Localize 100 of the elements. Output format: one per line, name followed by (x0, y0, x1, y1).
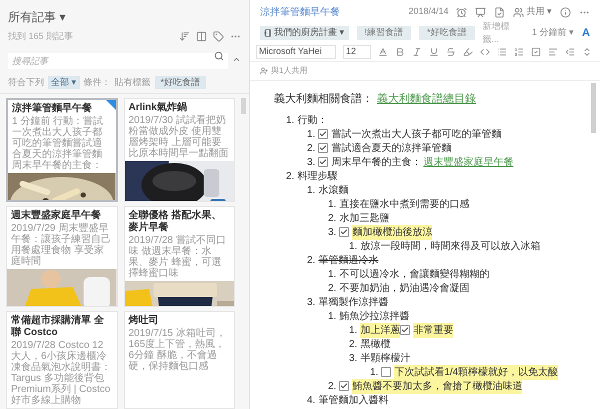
note-card[interactable]: 週末豐盛家庭早午餐 2019/7/29 周末豐盛早午餐：讓孩子練習自己用餐處理食物 享受家庭時間 (6, 206, 118, 307)
alarm-clock-icon[interactable] (456, 6, 468, 18)
sort-icon[interactable] (179, 31, 190, 42)
list-item-text: 嘗試適合夏天的涼拌筆管麵 (331, 142, 452, 156)
list-item-text: 鮪魚醬不要加太多，會搶了橄欖油味道 (352, 378, 522, 394)
outdent-icon[interactable] (565, 46, 575, 56)
presentation-icon[interactable] (475, 6, 486, 18)
list-number: 2. (307, 254, 316, 268)
highlighter-icon[interactable] (463, 46, 473, 56)
people-icon[interactable] (513, 6, 524, 18)
checkbox[interactable] (318, 157, 328, 167)
list-item-text: 行動： (297, 114, 328, 128)
list-number: 1. (307, 184, 316, 198)
font-size-dropdown[interactable]: 12 (343, 44, 371, 58)
align-icon[interactable] (548, 46, 558, 56)
search-icon[interactable] (214, 50, 224, 60)
add-tag-field[interactable]: 新增標籤... (482, 20, 524, 46)
info-icon[interactable] (560, 6, 571, 18)
italic-icon[interactable] (412, 46, 422, 56)
list-item-text: 下次試試看1/4顆檸檬就好，以免太酸 (394, 364, 558, 380)
checkbox[interactable] (318, 143, 328, 153)
list-item-text: 鮪魚沙拉涼拌醬 (339, 310, 410, 324)
notebook-button[interactable]: 我們的廚房計畫 ▾ (260, 26, 349, 40)
note-title: 週末豐盛家庭早午餐 (11, 210, 102, 222)
list-item-text: 筆管麵加入醬料 (318, 394, 388, 408)
text-color-icon[interactable] (378, 46, 388, 56)
search-field[interactable]: 搜尋記事 (8, 52, 228, 68)
note-snippet: 2019/7/29 周末豐盛早午餐：讓孩子練習自己用餐處理食物 享受家庭時間 (11, 222, 112, 266)
list-number: 1. (328, 198, 336, 212)
note-link[interactable]: 義大利麵食譜總目錄 (377, 90, 476, 108)
note-info-icon[interactable] (494, 6, 506, 18)
note-title: 涼拌筆管麵早午餐 (12, 103, 93, 115)
share-icon (260, 67, 268, 75)
list-item-text: 水滾麵 (318, 184, 348, 198)
checkbox[interactable] (318, 129, 328, 139)
bold-icon[interactable] (395, 46, 405, 56)
note-card[interactable]: 烤吐司 2019/7/15 冰箱吐司，165度上下管，熱風，6分鐘 酥脆，不會過硬，保持麵包口感 (124, 311, 235, 409)
share-button[interactable]: 共用 ▾ (526, 5, 552, 19)
list-item-text: 黑橄欖 (360, 338, 390, 352)
list-number: 1. (307, 128, 316, 142)
list-item-text: 筆管麵過冷水 (318, 254, 378, 268)
note-snippet: 2019/7/28 嘗試不同口味 做週末早餐：水果、麥片 蜂蜜，可選擇蜂蜜口味 (128, 234, 227, 278)
font-style-button[interactable]: A (582, 24, 590, 42)
note-link[interactable]: 週末豐盛家庭早午餐 (423, 154, 514, 170)
checkbox-icon[interactable] (531, 46, 541, 56)
note-title: 常備超市採購清單 全聯 Costco (11, 315, 105, 339)
checkbox[interactable] (400, 325, 410, 335)
list-number: 3. (307, 156, 316, 170)
note-snippet: 2019/7/30 試試看把奶粉當做成外皮 使用雙層烤架時 上層可能要比原本時間早一點翻面 (128, 115, 230, 159)
list-item-text: 嘗試一次煮出大人孩子都可吃的筆管麵 (331, 128, 502, 142)
numbered-list-icon[interactable] (514, 46, 524, 56)
note-snippet: 1 分鐘前 行動：嘗試一次煮出大人孩子都可吃的筆管麵嘗試適合夏天的涼拌筆管麵周末早午餐的主食： (12, 116, 104, 171)
list-number: 1. (349, 324, 358, 338)
note-card[interactable]: Arlink氣炸鍋 2019/7/30 試試看把奶粉當做成外皮 使用雙層烤架時 上層可能要比原本時間早一點翻面 (124, 98, 235, 202)
view-icon[interactable] (196, 31, 207, 42)
scope-dropdown[interactable]: 全部 ▾ (48, 76, 80, 89)
list-number: 3. (307, 296, 316, 310)
tag-icon[interactable] (213, 31, 224, 42)
list-number: 3. (349, 352, 358, 366)
list-item-text: 直接在鹽水中煮到需要的口感 (339, 198, 470, 212)
expand-toolbar-icon[interactable] (582, 46, 592, 56)
scrollbar-thumb[interactable] (241, 98, 246, 114)
list-title[interactable]: 所有記事 ▾ (8, 8, 241, 26)
condition-label: 條件： (84, 76, 111, 88)
scrollbar-thumb[interactable] (591, 83, 596, 133)
filter-label: 符合下列 (8, 76, 44, 88)
shared-info: 與1人共用 (271, 65, 308, 77)
checkbox[interactable] (381, 367, 392, 377)
tag-chip[interactable]: *好吃食譜 (419, 26, 475, 40)
note-title: Arlink氣炸鍋 (128, 102, 188, 114)
note-date: 2018/4/14 (408, 5, 448, 18)
note-card[interactable]: 全聯優格 搭配水果、麥片早餐 2019/7/28 嘗試不同口味 做週末早餐：水果、麥片 蜂蜜，可選擇蜂蜜口味 (124, 206, 235, 307)
note-card[interactable]: 涼拌筆管麵早午餐 1 分鐘前 行動：嘗試一次煮出大人孩子都可吃的筆管麵嘗試適合夏天的涼拌筆管麵周末早午餐的主食： (6, 98, 118, 202)
list-item-text: 單獨製作涼拌醬 (318, 296, 388, 310)
list-number: 2. (328, 380, 336, 394)
list-item-text: 不要加奶油，奶油遇冷會凝固 (339, 282, 470, 296)
note-card[interactable]: 常備超市採購清單 全聯 Costco 2019/7/28 Costco 12大人，6小孩床邊櫃冷凍食品氣泡水說明書：Targus 多功能後背包 Premium系列 | Costco 好市多線上購物 (6, 311, 118, 409)
tag-chip[interactable]: *好吃食譜 (154, 76, 206, 89)
list-number: 1. (349, 240, 358, 254)
list-number: 2. (328, 282, 336, 296)
font-family-dropdown[interactable]: Microsoft YaHei (256, 44, 336, 58)
list-number: 4. (307, 394, 316, 408)
underline-icon[interactable] (429, 46, 439, 56)
bullet-list-icon[interactable] (497, 46, 507, 56)
list-item-text: 加上洋蔥 (360, 322, 400, 338)
note-snippet: 2019/7/15 冰箱吐司，165度上下管，熱風，6分鐘 酥脆，不會過硬，保持麵包口感 (128, 328, 227, 372)
checkbox[interactable] (339, 381, 350, 391)
list-item-text: 周末早午餐的主食： (331, 156, 422, 170)
list-number: 1. (328, 268, 336, 282)
list-number: 2. (349, 338, 358, 352)
note-count: 找到 165 則記事 (8, 30, 74, 43)
note-title[interactable]: 涼拌筆管麵早午餐 (260, 4, 400, 20)
collapse-icon[interactable] (232, 55, 241, 64)
strikethrough-icon[interactable] (446, 46, 456, 56)
list-item-text: 水加三匙鹽 (339, 212, 390, 226)
checkbox[interactable] (339, 227, 350, 237)
updated-dropdown[interactable]: 1 分鐘前 ▾ (532, 26, 574, 40)
note-snippet: 2019/7/28 Costco 12大人，6小孩床邊櫃冷凍食品氣泡水說明書：Targus 多功能後背包 Premium系列 | Costco 好市多線上購物 (11, 340, 112, 406)
tag-chip[interactable]: !練習食譜 (356, 26, 412, 40)
code-icon[interactable] (480, 46, 490, 56)
